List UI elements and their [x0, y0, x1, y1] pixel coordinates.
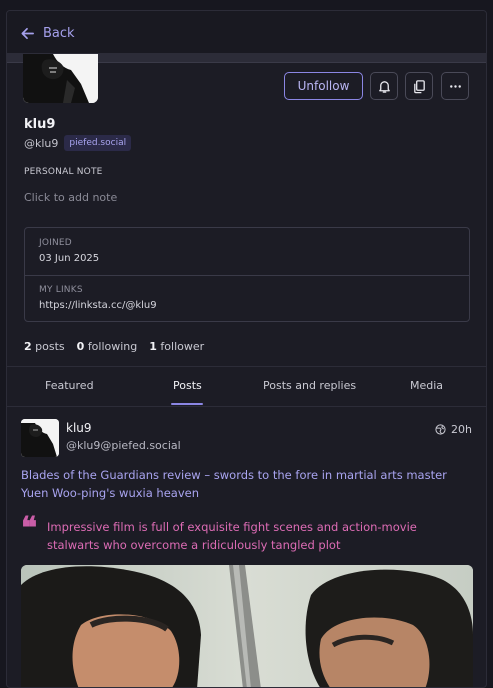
post-time-label: 20h	[451, 423, 472, 436]
post-avatar[interactable]	[21, 419, 59, 457]
following-count[interactable]: 0 following	[77, 340, 138, 353]
unfollow-button[interactable]: Unfollow	[284, 72, 363, 100]
post-author-name[interactable]: klu9	[66, 421, 92, 435]
quote-icon: ❝	[21, 511, 38, 546]
arrow-left-icon	[21, 27, 34, 39]
field-label: JOINED	[39, 238, 72, 248]
tab-posts[interactable]: Posts	[173, 379, 202, 392]
account-handle: @klu9	[24, 136, 59, 150]
account-handle-row: @klu9 piefed.social	[24, 135, 132, 151]
post-author-handle: @klu9@piefed.social	[66, 439, 181, 452]
personal-note-label: PERSONAL NOTE	[24, 167, 103, 177]
avatar	[23, 54, 98, 103]
top-bar: Back	[7, 11, 486, 53]
back-button[interactable]: Back	[20, 23, 75, 43]
field-label: MY LINKS	[39, 285, 83, 295]
divider	[7, 406, 486, 407]
profile-fields: JOINED 03 Jun 2025 MY LINKS https://link…	[24, 227, 470, 322]
post-quote: Impressive film is full of exquisite fig…	[47, 520, 417, 552]
instance-badge[interactable]: piefed.social	[64, 135, 132, 151]
field-value: 03 Jun 2025	[39, 253, 100, 264]
tab-featured[interactable]: Featured	[45, 379, 94, 392]
field-link[interactable]: https://linksta.cc/@klu9	[39, 300, 157, 311]
post-title-link[interactable]: Blades of the Guardians review – swords …	[21, 466, 471, 502]
bell-icon	[378, 80, 390, 93]
display-name: klu9	[24, 117, 56, 132]
tab-posts-and-replies[interactable]: Posts and replies	[263, 379, 356, 392]
globe-icon	[435, 424, 446, 435]
posts-count[interactable]: 2 posts	[24, 340, 65, 353]
field-links: MY LINKS https://linksta.cc/@klu9	[39, 285, 157, 311]
field-divider	[25, 275, 469, 276]
divider	[7, 366, 486, 367]
more-horizontal-icon	[449, 84, 461, 88]
profile-stats: 2 posts 0 following 1 follower	[24, 340, 204, 353]
field-joined: JOINED 03 Jun 2025	[39, 238, 99, 264]
copy-link-button[interactable]	[405, 72, 433, 100]
followers-count[interactable]: 1 follower	[149, 340, 204, 353]
post-timestamp[interactable]: 20h	[435, 423, 472, 436]
active-tab-indicator	[171, 403, 203, 405]
copy-icon	[413, 79, 425, 93]
more-options-button[interactable]	[441, 72, 469, 100]
notify-button[interactable]	[370, 72, 398, 100]
back-label: Back	[43, 25, 75, 41]
post-image[interactable]	[21, 565, 473, 687]
profile-panel: Back Unfollow klu9 @klu9 piefed.social P…	[6, 10, 487, 688]
tab-media[interactable]: Media	[410, 379, 443, 392]
personal-note-input[interactable]: Click to add note	[24, 191, 117, 204]
